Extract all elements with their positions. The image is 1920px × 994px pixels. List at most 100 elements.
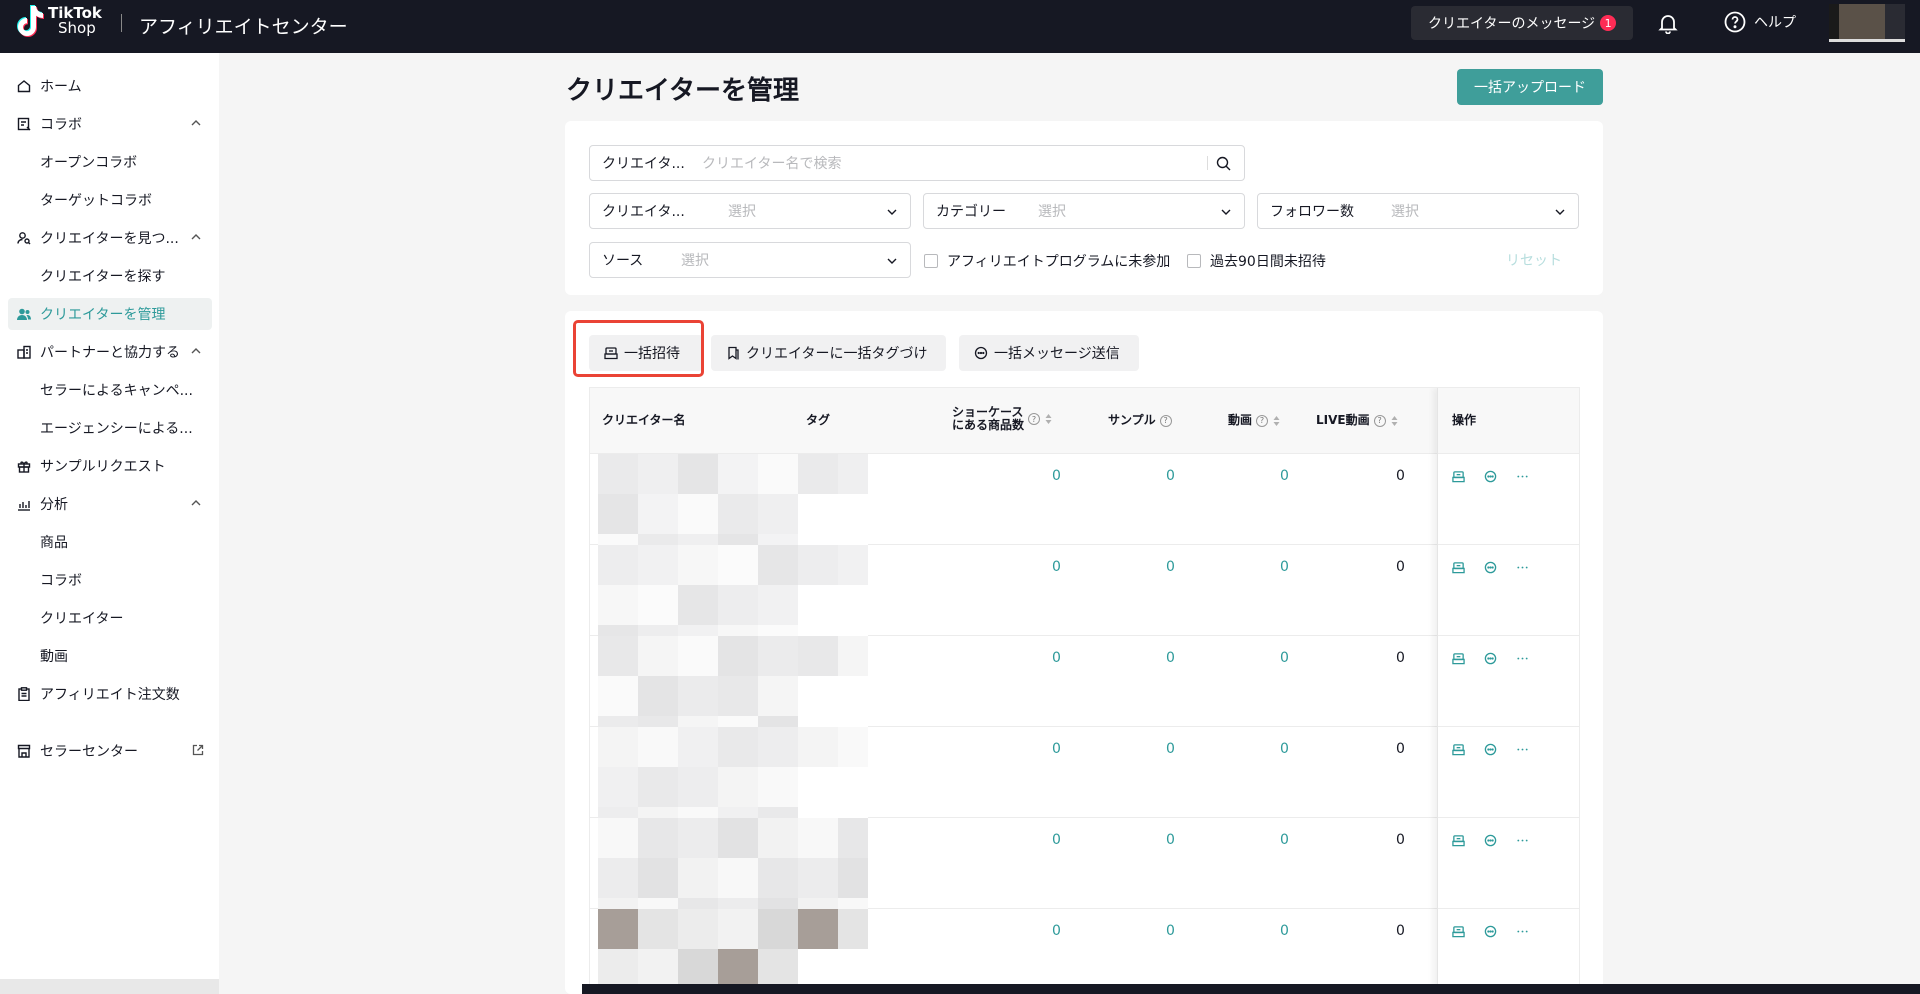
redacted-block xyxy=(838,767,868,807)
checkbox-box[interactable] xyxy=(1187,254,1201,268)
col-video[interactable]: 動画 ? xyxy=(1228,414,1280,427)
showcase-count[interactable]: 0 xyxy=(1052,741,1061,757)
search-input[interactable]: クリエイター名で検索 xyxy=(702,153,841,173)
sidebar-item-seller-campaigns[interactable]: セラーによるキャンペ... xyxy=(8,374,212,406)
sidebar-item-analytics[interactable]: 分析 xyxy=(8,488,212,520)
bulk-tag-label: クリエイターに一括タグづけ xyxy=(746,346,928,362)
redacted-block xyxy=(598,818,638,858)
video-count[interactable]: 0 xyxy=(1280,923,1289,939)
showcase-count[interactable]: 0 xyxy=(1052,832,1061,848)
table-row[interactable]: 0 0 0 0 xyxy=(590,727,1579,818)
sample-count[interactable]: 0 xyxy=(1166,741,1175,757)
followers-select-value: 選択 xyxy=(1391,204,1419,220)
redacted-block xyxy=(678,494,718,534)
col-sample: サンプル ? xyxy=(1108,414,1172,427)
source-select[interactable]: ソース 選択 xyxy=(589,242,911,278)
help-label: ヘルプ xyxy=(1754,15,1796,31)
table-row[interactable]: 0 0 0 0 xyxy=(590,454,1579,545)
showcase-count[interactable]: 0 xyxy=(1052,559,1061,575)
sample-count[interactable]: 0 xyxy=(1166,559,1175,575)
redacted-block xyxy=(718,909,758,949)
sample-count[interactable]: 0 xyxy=(1166,650,1175,666)
bulk-upload-button[interactable]: 一括アップロード xyxy=(1457,69,1603,105)
video-count[interactable]: 0 xyxy=(1280,741,1289,757)
table-row[interactable]: 0 0 0 0 xyxy=(590,909,1579,993)
creator-select[interactable]: クリエイタ... 選択 xyxy=(589,193,911,229)
redacted-block xyxy=(718,858,758,898)
sidebar-item-analytics-videos[interactable]: 動画 xyxy=(8,640,212,672)
video-count[interactable]: 0 xyxy=(1280,559,1289,575)
followers-select[interactable]: フォロワー数 選択 xyxy=(1257,193,1579,229)
reset-button[interactable]: リセット xyxy=(1506,250,1562,270)
creator-search-field[interactable]: クリエイタ... クリエイター名で検索 xyxy=(589,145,1245,181)
tiktok-shop-logo[interactable]: TikTok Shop xyxy=(14,4,102,38)
sample-count[interactable]: 0 xyxy=(1166,832,1175,848)
table-row[interactable]: 0 0 0 0 xyxy=(590,636,1579,727)
sidebar-item-collab[interactable]: コラボ xyxy=(8,108,212,140)
sidebar-item-open-collab[interactable]: オープンコラボ xyxy=(8,146,212,178)
col-live[interactable]: LIVE動画 ? xyxy=(1316,414,1398,427)
sidebar-item-label: ターゲットコラボ xyxy=(40,193,152,209)
video-count[interactable]: 0 xyxy=(1280,468,1289,484)
gift-icon xyxy=(16,458,32,474)
sidebar-item-manage-creators[interactable]: クリエイターを管理 xyxy=(8,298,212,330)
table-header: クリエイター名 タグ ショーケース にある商品数 ? サンプル ? 動画 ? L… xyxy=(590,388,1579,454)
sidebar-item-label: オープンコラボ xyxy=(40,155,138,171)
live-count: 0 xyxy=(1396,832,1405,848)
checkbox-box[interactable] xyxy=(924,254,938,268)
sidebar-item-label: コラボ xyxy=(40,117,82,133)
redacted-block xyxy=(838,727,868,767)
sort-icon[interactable] xyxy=(1391,415,1398,427)
sidebar-item-sample-requests[interactable]: サンプルリクエスト xyxy=(8,450,212,482)
avatar[interactable] xyxy=(1829,4,1905,42)
sidebar-item-label: クリエイター xyxy=(40,611,124,627)
live-count: 0 xyxy=(1396,559,1405,575)
sidebar-item-analytics-collab[interactable]: コラボ xyxy=(8,564,212,596)
help-circle-icon[interactable]: ? xyxy=(1373,414,1386,427)
sidebar-item-target-collab[interactable]: ターゲットコラボ xyxy=(8,184,212,216)
help-circle-icon[interactable]: ? xyxy=(1256,414,1269,427)
bell-icon[interactable] xyxy=(1657,12,1679,38)
search-icon[interactable] xyxy=(1216,156,1231,171)
help-circle-icon[interactable]: ? xyxy=(1159,414,1172,427)
table-row[interactable]: 0 0 0 0 xyxy=(590,545,1579,636)
sidebar-item-find-creators[interactable]: クリエイターを見つ... xyxy=(8,222,212,254)
sort-icon[interactable] xyxy=(1273,415,1280,427)
sidebar-item-search-creators[interactable]: クリエイターを探す xyxy=(8,260,212,292)
sidebar-item-analytics-creators[interactable]: クリエイター xyxy=(8,602,212,634)
redacted-block xyxy=(838,858,868,898)
table-row[interactable]: 0 0 0 0 xyxy=(590,818,1579,909)
help-button[interactable]: ヘルプ xyxy=(1724,11,1796,33)
redacted-block xyxy=(598,545,638,585)
sidebar-item-analytics-products[interactable]: 商品 xyxy=(8,526,212,558)
not-invited-checkbox[interactable]: 過去90日間未招待 xyxy=(1187,251,1326,271)
category-select[interactable]: カテゴリー 選択 xyxy=(923,193,1245,229)
sidebar-item-home[interactable]: ホーム xyxy=(8,70,212,102)
sort-icon[interactable] xyxy=(1045,413,1052,425)
sample-count[interactable]: 0 xyxy=(1166,923,1175,939)
redacted-block xyxy=(838,454,868,494)
redacted-block xyxy=(718,716,758,727)
showcase-count[interactable]: 0 xyxy=(1052,468,1061,484)
not-joined-checkbox[interactable]: アフィリエイトプログラムに未参加 xyxy=(924,251,1170,271)
bulk-message-button[interactable]: 一括メッセージ送信 xyxy=(959,335,1139,371)
col-showcase[interactable]: ショーケース にある商品数 ? xyxy=(952,406,1052,432)
sidebar-item-affiliate-orders[interactable]: アフィリエイト注文数 xyxy=(8,678,212,710)
sidebar-item-seller-center[interactable]: セラーセンター xyxy=(8,735,212,767)
tag-icon xyxy=(728,346,739,360)
app-title: アフィリエイトセンター xyxy=(139,16,348,38)
showcase-count[interactable]: 0 xyxy=(1052,923,1061,939)
video-count[interactable]: 0 xyxy=(1280,650,1289,666)
bulk-tag-button[interactable]: クリエイターに一括タグづけ xyxy=(711,335,946,371)
redacted-block xyxy=(638,534,678,545)
video-count[interactable]: 0 xyxy=(1280,832,1289,848)
showcase-count[interactable]: 0 xyxy=(1052,650,1061,666)
sidebar-item-agency[interactable]: エージェンシーによる... xyxy=(8,412,212,444)
help-circle-icon[interactable]: ? xyxy=(1028,413,1041,425)
sample-count[interactable]: 0 xyxy=(1166,468,1175,484)
redacted-block xyxy=(718,807,758,818)
sidebar-item-partners[interactable]: パートナーと協力する xyxy=(8,336,212,368)
creator-messages-button[interactable]: クリエイターのメッセージ 1 xyxy=(1411,6,1633,40)
redacted-block xyxy=(798,727,838,767)
redacted-block xyxy=(798,949,838,989)
